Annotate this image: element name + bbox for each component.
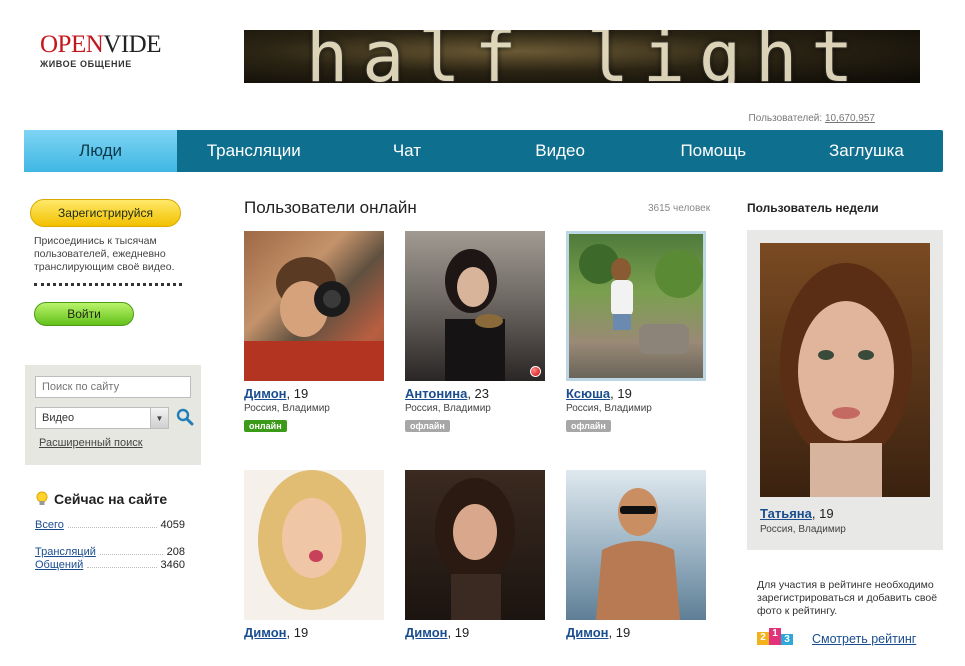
stat-row-total: Всего 4059 bbox=[35, 519, 185, 531]
join-text: Присоединись к тысячам пользователей, еж… bbox=[34, 235, 175, 273]
online-users-title: Пользователи онлайн bbox=[244, 198, 417, 217]
site-logo[interactable]: OPENVIDE ЖИВОЕ ОБЩЕНИЕ bbox=[40, 31, 162, 69]
status-badge: офлайн bbox=[405, 420, 450, 432]
users-total: Пользователей: 10,670,957 bbox=[749, 113, 875, 124]
user-card: Ксюша, 19 Россия, Владимир офлайн bbox=[566, 231, 706, 434]
user-location: Россия, Владимир bbox=[244, 403, 330, 414]
user-location: Россия, Владимир bbox=[405, 403, 491, 414]
users-total-label: Пользователей: bbox=[748, 113, 823, 124]
view-rating-link[interactable]: Смотреть рейтинг bbox=[812, 632, 916, 646]
nav-item-chat[interactable]: Чат bbox=[330, 130, 483, 172]
main-nav: Люди Трансляции Чат Видео Помощь Заглушк… bbox=[24, 130, 943, 172]
search-category-value: Видео bbox=[42, 412, 75, 424]
stat-value-conversations: 3460 bbox=[160, 559, 185, 571]
user-card: Димон, 19 bbox=[405, 470, 545, 640]
man-sunglasses-image bbox=[596, 488, 680, 620]
user-of-week-title: Пользователь недели bbox=[747, 201, 879, 215]
woman-outdoor-image bbox=[579, 244, 703, 354]
status-badge: онлайн bbox=[244, 420, 287, 432]
search-panel: Видео ▼ Расширенный поиск bbox=[25, 365, 201, 465]
user-photo[interactable] bbox=[566, 470, 706, 620]
user-name-line: Димон, 19 bbox=[244, 386, 309, 401]
advanced-search-link[interactable]: Расширенный поиск bbox=[39, 437, 143, 449]
register-button[interactable]: Зарегистрируйся bbox=[30, 199, 181, 227]
nav-item-help[interactable]: Помощь bbox=[637, 130, 790, 172]
search-category-select[interactable]: Видео ▼ bbox=[35, 407, 169, 429]
user-photo[interactable] bbox=[244, 470, 384, 620]
nav-item-video[interactable]: Видео bbox=[484, 130, 637, 172]
podium-place-3: 3 bbox=[781, 634, 793, 645]
nav-item-broadcasts[interactable]: Трансляции bbox=[177, 130, 330, 172]
lightbulb-icon bbox=[36, 491, 48, 505]
user-name-line: Антонина, 23 bbox=[405, 386, 489, 401]
user-card: Димон, 19 bbox=[244, 470, 384, 640]
logo-wordmark: OPENVIDE bbox=[40, 31, 162, 58]
stat-value-total: 4059 bbox=[160, 519, 185, 531]
user-name-link[interactable]: Димон bbox=[566, 625, 609, 640]
user-name-line: Димон, 19 bbox=[566, 625, 631, 640]
user-name-link[interactable]: Димон bbox=[244, 625, 287, 640]
user-name-link[interactable]: Ксюша bbox=[566, 386, 610, 401]
user-name-line: Ксюша, 19 bbox=[566, 386, 632, 401]
user-photo[interactable] bbox=[566, 231, 706, 381]
brunette-portrait-image bbox=[435, 478, 515, 620]
podium-place-2: 2 bbox=[757, 632, 769, 645]
user-name-link[interactable]: Антонина bbox=[405, 386, 467, 401]
user-name-link[interactable]: Димон bbox=[405, 625, 448, 640]
blonde-portrait-image bbox=[258, 470, 366, 610]
user-card: Димон, 19 Россия, Владимир онлайн bbox=[244, 231, 384, 434]
banner-text: half light bbox=[306, 30, 868, 83]
online-now-title: Сейчас на сайте bbox=[54, 491, 168, 507]
live-indicator-icon bbox=[530, 366, 541, 377]
online-users-count: 3615 человек bbox=[648, 203, 711, 214]
camera-portrait-image bbox=[244, 231, 384, 381]
search-icon[interactable] bbox=[176, 408, 194, 426]
woman-face-image bbox=[780, 263, 912, 497]
nav-item-people[interactable]: Люди bbox=[24, 130, 178, 172]
user-name-link[interactable]: Димон bbox=[244, 386, 287, 401]
woman-portrait-image bbox=[445, 249, 505, 381]
rating-info-text: Для участия в рейтинге необходимо зареги… bbox=[757, 579, 938, 617]
stat-link-broadcasts[interactable]: Трансляций bbox=[35, 546, 96, 558]
user-card: Антонина, 23 Россия, Владимир офлайн bbox=[405, 231, 545, 434]
user-photo[interactable] bbox=[405, 470, 545, 620]
user-name-line: Димон, 19 bbox=[244, 625, 309, 640]
user-of-week-name-line: Татьяна, 19 bbox=[760, 506, 834, 521]
stat-link-conversations[interactable]: Общений bbox=[35, 559, 83, 571]
stat-value-broadcasts: 208 bbox=[166, 546, 185, 558]
search-input[interactable] bbox=[35, 376, 191, 398]
podium-place-1: 1 bbox=[769, 628, 781, 645]
nav-item-stub[interactable]: Заглушка bbox=[790, 130, 943, 172]
stat-link-total[interactable]: Всего bbox=[35, 519, 64, 531]
user-of-week-photo[interactable] bbox=[760, 243, 930, 497]
chevron-down-icon: ▼ bbox=[150, 408, 168, 428]
logo-tagline: ЖИВОЕ ОБЩЕНИЕ bbox=[40, 59, 132, 69]
stat-row-broadcasts: Трансляций 208 bbox=[35, 546, 185, 558]
user-photo[interactable] bbox=[405, 231, 545, 381]
online-now-heading: Сейчас на сайте bbox=[36, 491, 167, 507]
login-button[interactable]: Войти bbox=[34, 302, 134, 326]
user-name-line: Димон, 19 bbox=[405, 625, 470, 640]
user-photo[interactable] bbox=[244, 231, 384, 381]
status-badge: офлайн bbox=[566, 420, 611, 432]
user-location: Россия, Владимир bbox=[566, 403, 652, 414]
ad-banner[interactable]: half light bbox=[244, 30, 920, 83]
user-of-week-panel: Татьяна, 19 Россия, Владимир bbox=[747, 230, 943, 550]
user-of-week-name-link[interactable]: Татьяна bbox=[760, 506, 812, 521]
rating-podium-icon: 2 1 3 bbox=[757, 628, 793, 645]
stat-row-conversations: Общений 3460 bbox=[35, 559, 185, 571]
users-total-value[interactable]: 10,670,957 bbox=[825, 113, 875, 124]
user-card: Димон, 19 bbox=[566, 470, 706, 640]
user-of-week-location: Россия, Владимир bbox=[760, 524, 846, 535]
divider bbox=[34, 283, 182, 286]
